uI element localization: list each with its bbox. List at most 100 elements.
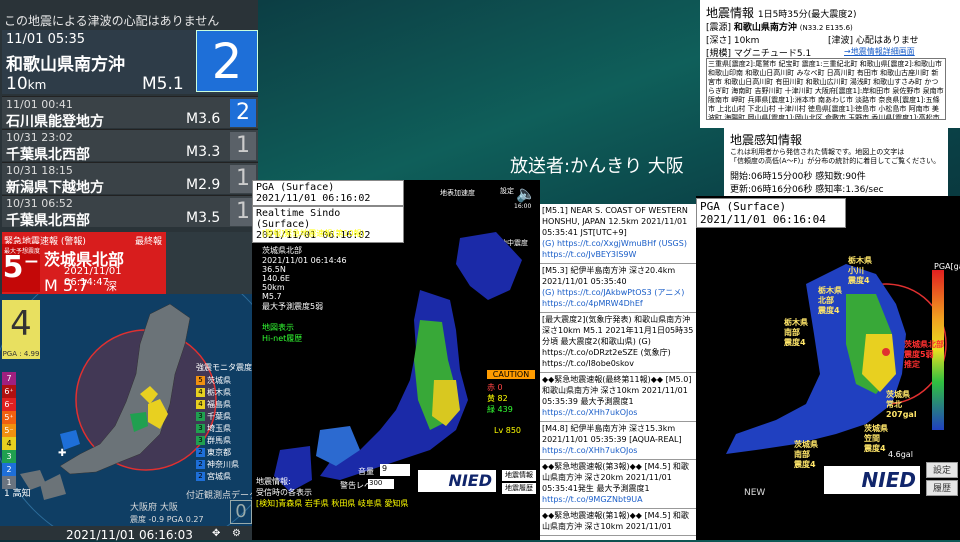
history-button[interactable]: 履歴 xyxy=(926,480,958,496)
near-station-name: 大阪府 大阪 xyxy=(130,503,178,513)
mid-bottom-info: 地震情報: 受信時の各表示 [検知]青森県 岩手県 秋田県 岐阜県 愛知県 xyxy=(256,477,409,508)
broadcaster-label: 放送者:かんきり 大阪 xyxy=(510,156,684,177)
sense-info-title: 地震感知情報 xyxy=(730,133,803,147)
history-item[interactable]: 10/31 06:52 千葉県北西部 M3.5 1 xyxy=(2,195,258,229)
history-intensity: 2 xyxy=(230,99,256,127)
legend-item: 7 xyxy=(2,372,16,385)
monitor-row: 2 宮城県 xyxy=(196,470,258,482)
mid-eew-title: [警報]緊急地震速報(第10報) xyxy=(262,229,365,238)
quake-info-title: 地震情報 1日5時35分(最大震度2) xyxy=(706,6,857,20)
mid-time: 16:00 xyxy=(514,203,532,210)
quake-detail-box[interactable]: 三重県[震度2]:尾鷲市 紀宝町 震度1:三重紀北町 和歌山県[震度2]:和歌山… xyxy=(706,58,946,120)
legend-item: 2 xyxy=(2,463,16,476)
history-place: 千葉県北西部 xyxy=(6,213,90,229)
tochigi-north-label: 栃木県 北部 震度4 xyxy=(818,286,842,315)
history-date: 10/31 18:15 xyxy=(6,164,73,177)
history-place: 千葉県北西部 xyxy=(6,147,90,163)
ibaraki-south-label: 茨城県 南部 震度4 xyxy=(794,440,818,469)
hinet-link[interactable]: Hi-net履歴 xyxy=(262,333,412,344)
history-item[interactable]: 10/31 23:02 千葉県北西部 M3.3 1 xyxy=(2,129,258,163)
eew-side-panel xyxy=(166,232,258,294)
history-item[interactable]: 11/01 00:41 石川県能登地方 M3.6 2 xyxy=(2,96,258,130)
feed-item: [M5.1] NEAR S. COAST OF WESTERN HONSHU, … xyxy=(540,204,696,264)
legend-item: 6⁺ xyxy=(2,385,16,398)
detection-counts: 赤 0 黄 82 緑 439 xyxy=(487,383,513,414)
latest-place: 和歌山県南方沖 xyxy=(6,55,125,75)
latest-intensity: 2 xyxy=(196,30,258,92)
settings-button[interactable]: 設定 xyxy=(926,462,958,478)
monitor-row: 2 神奈川県 xyxy=(196,458,258,470)
eew-last-label: 最終報 xyxy=(134,237,162,247)
surface-accel-label: 地表加速度 xyxy=(440,189,475,197)
monitor-row: 4 福島県 xyxy=(196,398,258,410)
gear-icon[interactable]: ⚙ xyxy=(232,528,244,540)
legend-item: 6⁻ xyxy=(2,398,16,411)
svg-text:✚: ✚ xyxy=(58,448,66,459)
feed-item: [最大震度2](気象庁発表) 和歌山県南方沖 深さ10km M5.1 2021年… xyxy=(540,313,696,373)
mid-eew-info: [警報]緊急地震速報(第10報) 茨城県北部 2021/11/01 06:14:… xyxy=(262,228,412,344)
quake-info-button[interactable]: 地震情報 xyxy=(502,470,536,481)
history-item[interactable]: 10/31 18:15 新潟県下越地方 M2.9 1 xyxy=(2,162,258,196)
legend-item: 5⁻ xyxy=(2,424,16,437)
feed-item: ◆◆緊急地震速報(最終第11報)◆◆ [M5.0] 和歌山県南方沖 深さ10km… xyxy=(540,373,696,422)
pga-unit-label: PGA[gal] xyxy=(934,262,960,271)
feed-item: [M5.3] 紀伊半島南方沖 深さ20.4km 2021/11/01 05:35… xyxy=(540,264,696,313)
gal-readout: 4.6gal xyxy=(888,450,913,459)
history-place: 石川県能登地方 xyxy=(6,114,104,130)
caution-badge: CAUTION xyxy=(487,370,535,379)
feed-item: ◆◆緊急地震速報(第3報)◆◆ [M4.5] 和歌山県南方沖 深さ20km 20… xyxy=(540,460,696,509)
quake-detail-link[interactable]: →地震情報詳細画面 xyxy=(844,46,915,57)
level-readout: Lv 850 xyxy=(494,426,522,435)
near-station-values: 震度 -0.9 PGA 0.27 xyxy=(130,515,204,524)
tsunami-notice: この地震による津波の心配はありません xyxy=(4,14,220,28)
legend-item: 5⁺ xyxy=(2,411,16,424)
crosshair-icon[interactable]: ✥ xyxy=(212,528,224,540)
monitor-row: 3 埼玉県 xyxy=(196,422,258,434)
feed-item: [M4.8] 紀伊半島南方沖 深さ15.3km 2021/11/01 05:35… xyxy=(540,422,696,460)
eew-max-label: 最大予想震度 xyxy=(4,248,41,255)
intensity-legend: 7 6⁺ 6⁻ 5⁺ 5⁻ 4 3 2 1 xyxy=(2,372,16,489)
mid-setting-link[interactable]: 設定 xyxy=(500,186,514,196)
eew-warning-card: 緊急地震速報 (警報) 最終報 5⁻ 最大予想震度 茨城県北部 2021/11/… xyxy=(2,232,170,313)
tochigi-south-label: 栃木県 南部 震度4 xyxy=(784,318,808,347)
quake-info-panel: 地震情報 1日5時35分(最大震度2) [震源] 和歌山県南方沖 (N33.2 … xyxy=(700,0,960,128)
nied-logo: NIED xyxy=(824,466,920,494)
nied-logo: NIED xyxy=(418,470,496,492)
history-date: 11/01 00:41 xyxy=(6,98,73,111)
depth-row: [深さ] 10km xyxy=(706,36,760,46)
map-link[interactable]: 地図表示 xyxy=(262,322,412,333)
latest-depth: 10km xyxy=(6,74,47,94)
monitor-row: 3 千葉県 xyxy=(196,410,258,422)
sense-info-panel: 地震感知情報 これは利用者から発信された情報です。地図上の文字は 「信頼度の高低… xyxy=(724,128,948,196)
sense-desc: 「信頼度の高低(A〜F)」が分布の統計的に着目してご覧ください。 xyxy=(730,157,941,165)
history-magnitude: M2.9 xyxy=(186,177,221,193)
tweet-feed[interactable]: [M5.1] NEAR S. COAST OF WESTERN HONSHU, … xyxy=(540,204,696,540)
volume-select[interactable]: 9 xyxy=(380,464,410,476)
history-date: 10/31 23:02 xyxy=(6,131,73,144)
latest-quake-card[interactable]: 11/01 05:35 和歌山県南方沖 10km M5.1 2 xyxy=(2,30,258,94)
monitor-intensity-list: 強震モニタ震度 5 茨城県 4 栃木県 4 福島県 3 千葉県 3 埼玉県 3 群馬県 2東… xyxy=(196,362,258,482)
sense-update-row: 更新:06時16分06秒 感知率:1.36/sec xyxy=(730,185,884,195)
quake-history-button[interactable]: 地震履歴 xyxy=(502,483,536,494)
pga-label: PGA : 4.99 xyxy=(2,350,40,359)
legend-item: 4 xyxy=(2,437,16,450)
speaker-icon[interactable]: 🔈 xyxy=(516,184,536,203)
feed-item: ◆◆緊急地震速報(第1報)◆◆ [M4.5] 和歌山県南方沖 深さ10km 20… xyxy=(540,509,696,536)
monitor-row: 4 栃木県 xyxy=(196,386,258,398)
latest-magnitude: M5.1 xyxy=(142,74,184,94)
ibaraki-north-label: 茨城県北部 震度5弱 推定 xyxy=(904,340,944,369)
ibaraki-johoku-label: 茨城県 常北 207gal xyxy=(886,390,917,419)
history-date: 10/31 06:52 xyxy=(6,197,73,210)
tsunami-row: [津波] 心配はありませ xyxy=(828,36,919,46)
monitor-row: 2 東京都 xyxy=(196,446,258,458)
history-intensity: 1 xyxy=(230,132,256,160)
history-magnitude: M3.3 xyxy=(186,144,221,160)
tochigi-label: 栃木県 小川 震度4 xyxy=(848,256,872,285)
sense-start-row: 開始:06時15分00秒 感知数:90件 xyxy=(730,172,866,182)
kochi-label: 1 高知 xyxy=(4,489,31,499)
mid-pga-header: PGA (Surface) 2021/11/01 06:16:02 xyxy=(252,180,404,206)
pga-intensity-box: 4 xyxy=(2,300,40,350)
history-magnitude: M3.5 xyxy=(186,210,221,226)
history-magnitude: M3.6 xyxy=(186,111,221,127)
eew-magnitude: M 5.7 xyxy=(44,276,89,295)
